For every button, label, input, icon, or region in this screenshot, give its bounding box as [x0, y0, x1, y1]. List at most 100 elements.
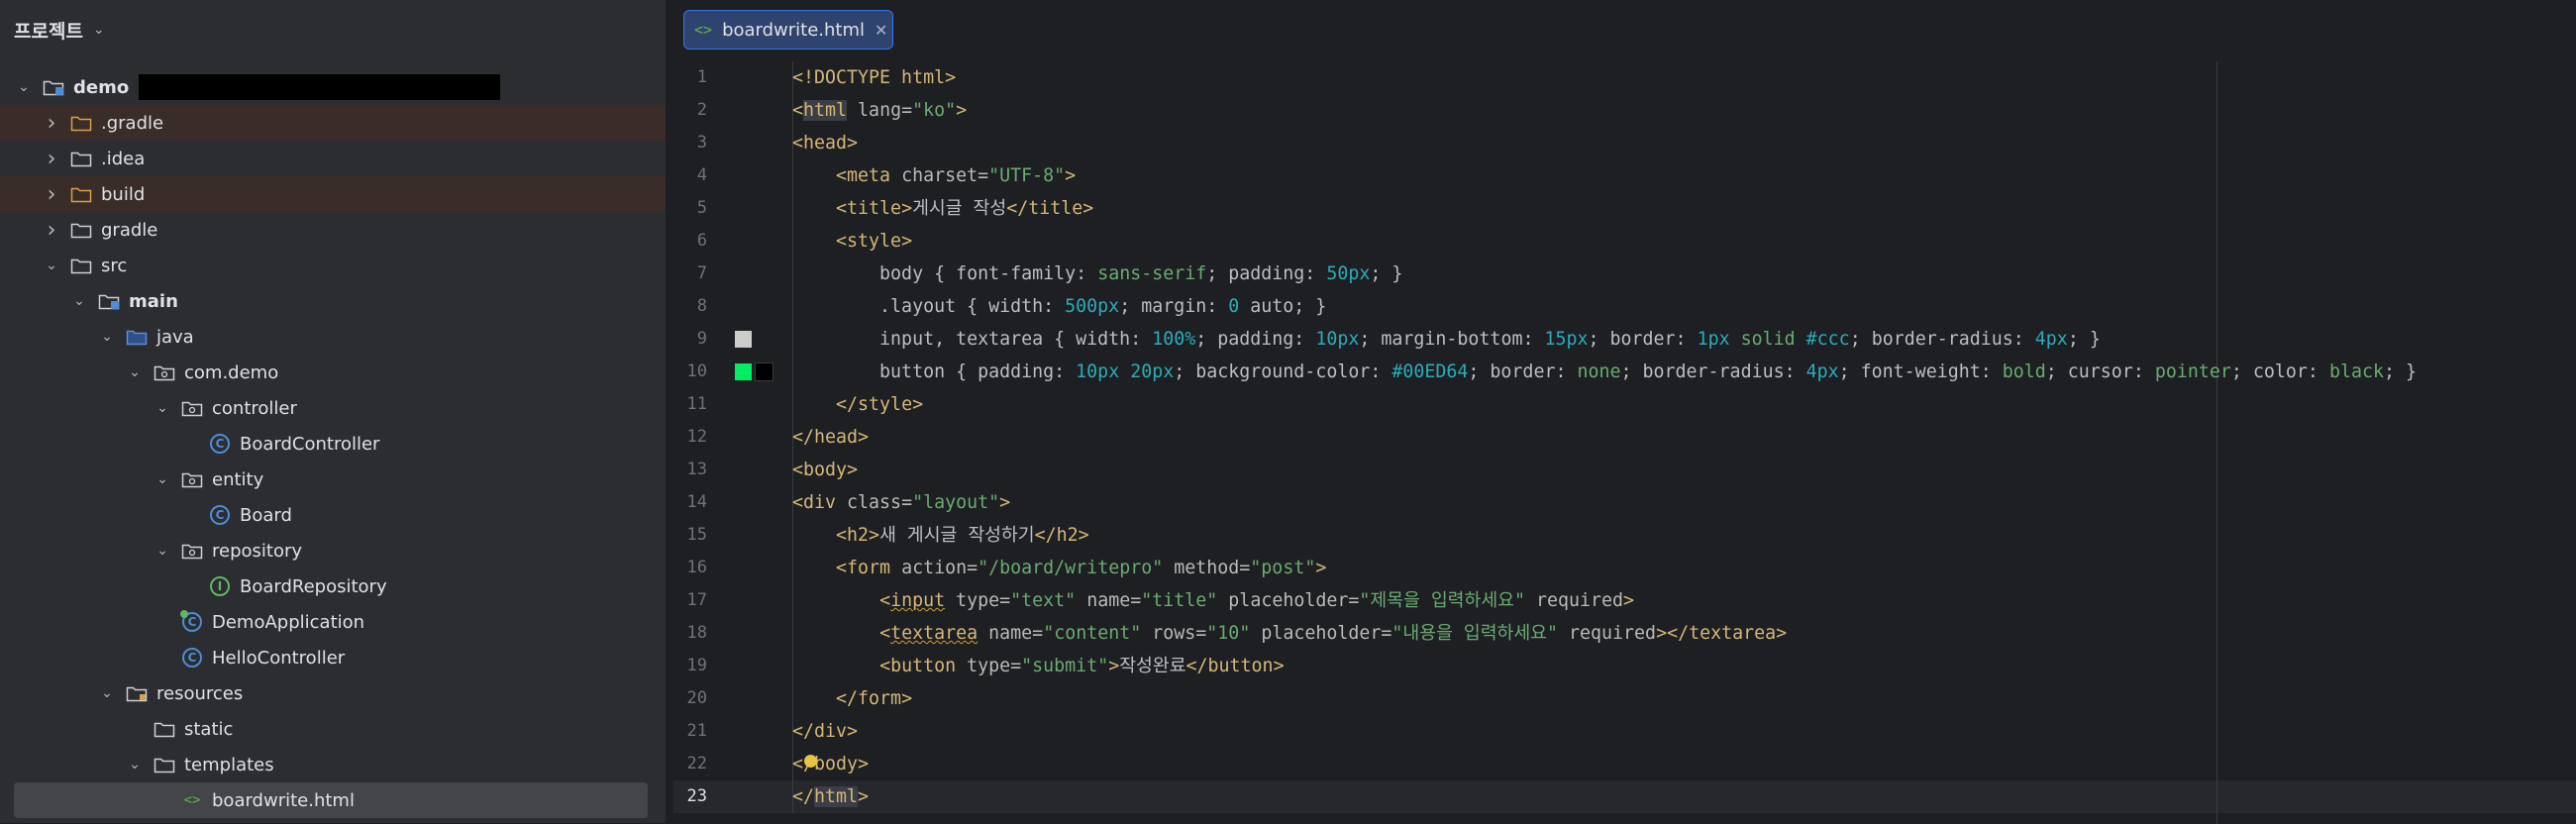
code-line[interactable]: <meta charset="UTF-8"> [792, 159, 1076, 192]
tree-item-build[interactable]: › build [0, 176, 666, 212]
tree-item-idea[interactable]: › .idea [0, 141, 666, 176]
chevron-down-icon[interactable]: ⌄ [69, 293, 89, 309]
close-icon[interactable]: ✕ [875, 21, 887, 40]
line-number: 16 [686, 558, 707, 577]
chevron-down-icon[interactable]: ⌄ [153, 400, 172, 416]
project-panel: 프로젝트 ⌄ ⌄ demo › .gradle › .idea › build › gradle ⌄… [0, 0, 666, 823]
code-line[interactable]: <h2>새 게시글 작성하기</h2> [792, 519, 1089, 552]
tree-item-main[interactable]: ⌄ main [0, 283, 666, 319]
line-number: 21 [686, 721, 707, 741]
project-panel-header[interactable]: 프로젝트 ⌄ [14, 14, 105, 46]
code-token: <head> [792, 133, 859, 154]
code-line[interactable]: </form> [792, 682, 912, 715]
chevron-down-icon[interactable]: ⌄ [153, 471, 172, 487]
code-line[interactable]: .layout { width: 500px; margin: 0 auto; … [792, 290, 1326, 323]
chevron-right-icon[interactable]: › [42, 111, 61, 136]
color-swatch-icon[interactable] [755, 362, 773, 381]
code-token: > [1623, 590, 1635, 611]
code-line[interactable]: <body> [792, 454, 858, 486]
tree-item-static[interactable]: static [0, 711, 666, 747]
line-number: 5 [696, 198, 707, 218]
code-line[interactable]: <form action="/board/writepro" method="p… [792, 552, 1326, 584]
code-token: "text" [1010, 590, 1077, 611]
code-token: rows= [1141, 623, 1207, 644]
chevron-down-icon[interactable]: ⌄ [97, 685, 117, 701]
code-line[interactable]: input, textarea { width: 100%; padding: … [792, 323, 2101, 356]
tree-item-gradle[interactable]: › gradle [0, 212, 666, 248]
code-token: ; padding: [1206, 263, 1327, 284]
code-token: solid [1729, 329, 1796, 350]
tree-item-controller[interactable]: ⌄ controller [0, 390, 666, 426]
chevron-down-icon[interactable]: ⌄ [42, 258, 61, 273]
chevron-down-icon[interactable]: ⌄ [125, 757, 145, 772]
code-line[interactable]: <title>게시글 작성</title> [792, 192, 1093, 225]
code-line[interactable]: <div class="layout"> [792, 486, 1010, 519]
tree-item-templates[interactable]: ⌄ templates [0, 747, 666, 782]
tree-item-boardcontroller[interactable]: C BoardController [0, 426, 666, 462]
tree-item-label: BoardRepository [240, 575, 387, 597]
intention-bulb-icon[interactable] [804, 755, 817, 768]
chevron-right-icon[interactable]: › [42, 182, 61, 207]
code-line[interactable]: </style> [792, 388, 923, 421]
code-line[interactable]: <head> [792, 127, 858, 159]
chevron-down-icon[interactable]: ⌄ [97, 329, 117, 345]
code-editor[interactable]: 1 2 3 4 5 6 7 8 9 10 11 12 13 14 15 16 17 18 19 20 21 22 23 <!… [673, 61, 2576, 824]
code-line[interactable]: <button type="submit">작성완료</button> [792, 650, 1285, 682]
chevron-right-icon[interactable]: › [42, 218, 61, 243]
color-swatch-icon[interactable] [735, 331, 752, 348]
tree-item-resources[interactable]: ⌄ resources [0, 675, 666, 711]
code-token: <style> [836, 231, 913, 252]
code-line[interactable]: body { font-family: sans-serif; padding:… [792, 258, 1402, 290]
chevron-down-icon[interactable]: ⌄ [125, 364, 145, 380]
code-line[interactable]: <html lang="ko"> [792, 94, 967, 127]
tree-item-src[interactable]: ⌄ src [0, 248, 666, 283]
panel-splitter[interactable] [666, 0, 673, 823]
chevron-down-icon[interactable]: ⌄ [153, 543, 172, 559]
tree-item-com-demo[interactable]: ⌄ com.demo [0, 355, 666, 390]
tree-item-label: java [156, 326, 194, 348]
code-token: <meta [836, 165, 891, 186]
code-line[interactable]: </div> [792, 715, 858, 748]
chevron-down-icon[interactable]: ⌄ [14, 79, 34, 95]
color-swatch-icon[interactable] [735, 363, 752, 380]
code-token: bold [2002, 361, 2046, 382]
tree-item-board[interactable]: C Board [0, 497, 666, 533]
line-number: 15 [686, 525, 707, 545]
tree-item-java[interactable]: ⌄ java [0, 319, 666, 355]
code-token: ; } [2067, 329, 2101, 350]
tree-item-entity[interactable]: ⌄ entity [0, 462, 666, 497]
line-number: 17 [686, 590, 707, 610]
code-token: </ [792, 786, 815, 807]
line-number: 20 [686, 688, 707, 708]
chevron-right-icon[interactable]: › [42, 147, 61, 171]
tree-item-label: gradle [101, 219, 158, 241]
code-line[interactable]: <textarea name="content" rows="10" place… [792, 617, 1787, 650]
code-token: "layout" [912, 492, 1000, 513]
code-token: ; padding: [1195, 329, 1316, 350]
tree-item-label: resources [156, 682, 244, 704]
tree-item-gradle[interactable]: › .gradle [0, 105, 666, 141]
line-number: 4 [696, 165, 707, 185]
code-line[interactable]: </body> [792, 748, 869, 780]
code-line[interactable]: <input type="text" name="title" placehol… [792, 584, 1634, 617]
tree-item-boardwrite-html[interactable]: <> boardwrite.html [14, 782, 648, 818]
tree-item-boardrepository[interactable]: I BoardRepository [0, 568, 666, 604]
interface-icon: I [208, 576, 232, 596]
chevron-down-icon[interactable]: ⌄ [93, 22, 105, 38]
package-icon [180, 469, 204, 489]
package-icon [153, 362, 176, 382]
tree-item-demo[interactable]: ⌄ demo [0, 69, 666, 105]
code-line[interactable]: <style> [792, 225, 912, 258]
code-line[interactable]: </html> [792, 780, 869, 813]
code-line[interactable]: button { padding: 10px 20px; background-… [792, 356, 2417, 388]
code-line[interactable]: </head> [792, 421, 869, 454]
code-line[interactable]: <!DOCTYPE html> [792, 61, 956, 94]
tree-item-demoapplication[interactable]: C DemoApplication [0, 604, 666, 640]
code-token: button { padding: [792, 361, 1077, 382]
tree-item-repository[interactable]: ⌄ repository [0, 533, 666, 568]
tab-boardwrite-html[interactable]: <> boardwrite.html ✕ [683, 10, 893, 50]
line-number: 1 [696, 67, 707, 87]
tree-item-hellocontroller[interactable]: C HelloController [0, 640, 666, 675]
